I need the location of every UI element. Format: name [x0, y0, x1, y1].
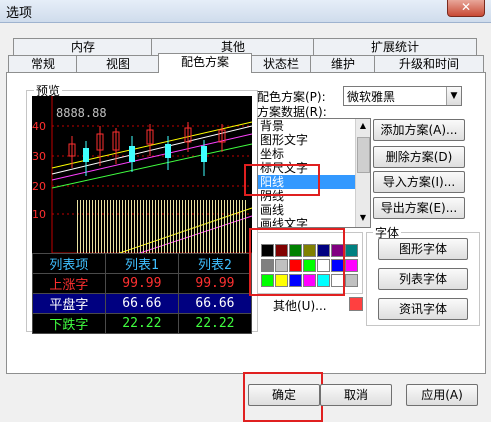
preview-table-cell: 66.66 [104, 293, 179, 314]
preview-table-cell: 列表项 [32, 253, 106, 274]
export-scheme-button[interactable]: 导出方案(E)... [373, 197, 465, 219]
scheme-select-value: 微软雅黑 [347, 90, 396, 104]
preview-table-cell: 66.66 [177, 293, 253, 314]
tab-view[interactable]: 视图 [76, 55, 160, 72]
tab-color-scheme[interactable]: 配色方案 [158, 53, 252, 73]
scroll-thumb[interactable] [357, 137, 370, 173]
candles [68, 122, 226, 176]
preview-table-cell: 22.22 [177, 313, 253, 334]
preview-table-cell: 列表2 [177, 253, 253, 274]
other-color-swatch[interactable] [349, 297, 363, 311]
window-title: 选项 [6, 6, 33, 21]
apply-button[interactable]: 应用(A) [406, 384, 478, 406]
tab-general[interactable]: 常规 [8, 55, 78, 72]
scheme-select[interactable]: 微软雅黑 ▼ [343, 86, 462, 106]
highlight-box-ok [243, 372, 323, 422]
list-item[interactable]: 画线文字 [258, 217, 370, 227]
preview-table-row: 下跌字 22.22 22.22 [32, 313, 253, 334]
preview-table-cell: 上涨字 [32, 273, 106, 294]
list-font-button[interactable]: 列表字体 [378, 268, 468, 290]
tab-memory[interactable]: 内存 [13, 38, 153, 55]
list-item[interactable]: 图形文字 [258, 133, 370, 147]
color-swatch[interactable] [345, 244, 358, 257]
tab-maintenance[interactable]: 维护 [310, 55, 376, 72]
tab-upgrade-time[interactable]: 升级和时间 [374, 55, 484, 72]
cancel-button[interactable]: 取消 [320, 384, 392, 406]
preview-price: 8888.88 [56, 106, 107, 120]
other-color-label[interactable]: 其他(U)... [273, 297, 327, 314]
tab-extended-stats[interactable]: 扩展统计 [313, 38, 477, 55]
color-swatch[interactable] [345, 259, 358, 272]
title-bar [0, 0, 491, 23]
close-button[interactable]: ✕ [447, 0, 485, 17]
preview-list-table: 列表项 列表1 列表2 上涨字 99.99 99.99 平盘字 66.66 66.66 下跌字 22… [32, 253, 253, 334]
chart-font-button[interactable]: 图形字体 [378, 238, 468, 260]
preview-table-row: 平盘字 66.66 66.66 [32, 293, 253, 314]
preview-table-cell: 99.99 [177, 273, 253, 294]
list-item[interactable]: 背景 [258, 119, 370, 133]
volume-bars [76, 200, 248, 253]
add-scheme-button[interactable]: 添加方案(A)... [373, 119, 465, 141]
preview-table-row: 上涨字 99.99 99.99 [32, 273, 253, 294]
highlight-box-palette [249, 228, 345, 296]
scroll-up-icon[interactable]: ▲ [357, 121, 369, 133]
scrollbar[interactable]: ▲ ▼ [355, 119, 370, 227]
axis-label-30: 30 [32, 150, 46, 163]
import-scheme-button[interactable]: 导入方案(I)... [373, 171, 465, 193]
preview-table-cell: 99.99 [104, 273, 179, 294]
news-font-button[interactable]: 资讯字体 [378, 298, 468, 320]
list-item[interactable]: 画线 [258, 203, 370, 217]
preview-table-cell: 22.22 [104, 313, 179, 334]
tab-status-bar[interactable]: 状态栏 [250, 55, 312, 72]
axis-label-20: 20 [32, 180, 46, 193]
delete-scheme-button[interactable]: 删除方案(D) [373, 146, 465, 168]
axis-label-40: 40 [32, 120, 46, 133]
color-swatch[interactable] [345, 274, 358, 287]
highlight-box-selection [244, 164, 320, 196]
preview-table-cell: 平盘字 [32, 293, 106, 314]
axis-label-10: 10 [32, 208, 46, 221]
list-item[interactable]: 坐标 [258, 147, 370, 161]
preview-table-cell: 列表1 [104, 253, 179, 274]
scroll-down-icon[interactable]: ▼ [357, 213, 369, 225]
chevron-down-icon[interactable]: ▼ [446, 87, 461, 105]
preview-table-cell: 下跌字 [32, 313, 106, 334]
preview-table-row: 列表项 列表1 列表2 [32, 253, 253, 274]
